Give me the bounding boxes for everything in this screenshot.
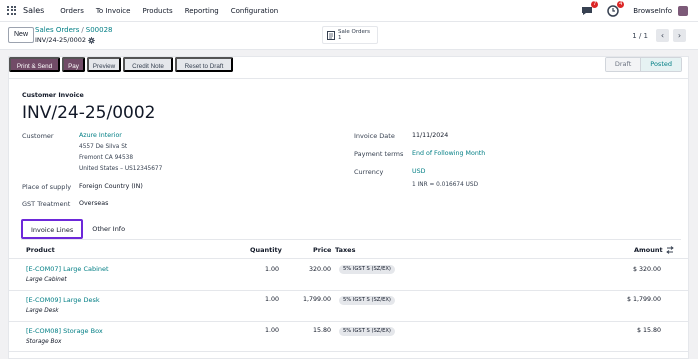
menu-configuration[interactable]: Configuration	[231, 7, 278, 15]
currency-field[interactable]: USD	[412, 168, 425, 175]
column-header-amount[interactable]: Amount	[634, 246, 663, 254]
new-button[interactable]: New	[8, 27, 35, 43]
line-quantity[interactable]: 1.00	[239, 327, 279, 334]
app-name[interactable]: Sales	[23, 6, 44, 15]
line-quantity[interactable]: 1.00	[239, 266, 279, 273]
address-line: United States – US12345677	[79, 166, 163, 172]
invoice-date-field[interactable]: 11/11/2024	[412, 132, 448, 139]
column-header-taxes[interactable]: Taxes	[335, 246, 355, 254]
apps-grid-icon[interactable]	[7, 5, 17, 16]
line-description: Large Cabinet	[26, 277, 67, 283]
smart-button-label: Sale Orders	[338, 29, 371, 35]
line-description: Storage Box	[26, 339, 62, 345]
avatar[interactable]	[678, 6, 688, 16]
invoice-date-label: Invoice Date	[354, 132, 395, 140]
top-navbar: Sales Orders To Invoice Products Reporti…	[0, 0, 698, 22]
breadcrumb-sales-orders[interactable]: Sales Orders	[35, 26, 79, 34]
line-price[interactable]: 320.00	[279, 266, 331, 273]
tab-invoice-lines[interactable]: Invoice Lines	[21, 219, 84, 239]
column-header-quantity[interactable]: Quantity	[250, 246, 282, 254]
record-name: INV/24-25/0002	[35, 36, 87, 44]
row-divider	[9, 290, 688, 291]
tab-divider	[21, 239, 681, 240]
row-divider	[9, 321, 688, 322]
gst-treatment-field[interactable]: Overseas	[79, 200, 108, 207]
menu-to-invoice[interactable]: To Invoice	[96, 7, 131, 15]
payment-terms-field[interactable]: End of Following Month	[412, 150, 485, 157]
status-bar: Draft Posted	[604, 57, 682, 72]
line-amount: $ 1,799.00	[626, 296, 661, 303]
status-draft[interactable]: Draft	[605, 58, 641, 71]
address-line: 4557 De Silva St	[79, 144, 128, 150]
customer-label: Customer	[22, 132, 54, 140]
breadcrumb: Sales Orders / S00028	[35, 26, 113, 34]
gst-treatment-label: GST Treatment	[22, 200, 71, 208]
reset-to-draft-button[interactable]: Reset to Draft	[175, 57, 233, 72]
sale-orders-smart-button[interactable]: Sale Orders 1	[322, 26, 378, 44]
column-header-product[interactable]: Product	[26, 246, 55, 254]
chat-icon[interactable]: 7	[581, 1, 599, 17]
company-switcher[interactable]: BrowseInfo	[633, 7, 672, 15]
column-header-price[interactable]: Price	[313, 246, 331, 254]
activity-clock-icon[interactable]: 4	[607, 1, 625, 17]
tax-badge[interactable]: 5% IGST S (SZ/EX)	[339, 296, 395, 305]
invoice-icon	[327, 30, 335, 40]
pager: 1 / 1 ‹ ›	[632, 29, 686, 42]
record-title: INV/24-25/0002	[35, 36, 96, 44]
breadcrumb-order[interactable]: S00028	[86, 26, 113, 34]
form-sheet: Print & Send Pay Preview Credit Note Res…	[8, 56, 689, 359]
tax-badge[interactable]: 5% IGST S (SZ/EX)	[339, 327, 395, 336]
preview-button[interactable]: Preview	[87, 57, 121, 72]
place-of-supply-label: Place of supply	[22, 183, 72, 191]
column-settings-icon[interactable]	[666, 246, 674, 254]
tax-badge[interactable]: 5% IGST S (SZ/EX)	[339, 265, 395, 274]
menu-reporting[interactable]: Reporting	[185, 7, 219, 15]
action-bar: Print & Send Pay Preview Credit Note Res…	[9, 57, 688, 79]
document-type: Customer Invoice	[22, 92, 84, 99]
row-divider	[9, 351, 688, 352]
pager-value[interactable]: 1 / 1	[632, 32, 648, 40]
notebook-tabs: Invoice Lines Other Info	[21, 219, 134, 239]
gear-icon[interactable]	[88, 36, 96, 44]
header-divider	[9, 258, 688, 259]
activity-badge: 4	[617, 1, 625, 8]
menu-products[interactable]: Products	[142, 7, 172, 15]
smart-button-count: 1	[338, 35, 342, 41]
tab-other-info[interactable]: Other Info	[83, 219, 134, 239]
pay-button[interactable]: Pay	[62, 57, 85, 72]
line-price[interactable]: 15.80	[279, 327, 331, 334]
control-panel: New Sales Orders / S00028 INV/24-25/0002 S…	[0, 22, 698, 50]
chevron-right-icon[interactable]: ›	[673, 29, 686, 42]
line-price[interactable]: 1,799.00	[279, 296, 331, 303]
customer-field[interactable]: Azure Interior	[79, 132, 122, 139]
address-line: Fremont CA 94538	[79, 155, 134, 161]
line-amount: $ 320.00	[632, 266, 661, 273]
product-link[interactable]: [E-COM09] Large Desk	[26, 296, 100, 304]
line-description: Large Desk	[26, 308, 59, 314]
status-posted[interactable]: Posted	[640, 58, 681, 71]
place-of-supply-field[interactable]: Foreign Country (IN)	[79, 183, 143, 190]
line-amount: $ 15.80	[636, 327, 661, 334]
credit-note-button[interactable]: Credit Note	[123, 57, 173, 72]
line-quantity[interactable]: 1.00	[239, 296, 279, 303]
product-link[interactable]: [E-COM08] Storage Box	[26, 327, 103, 335]
invoice-number: INV/24-25/0002	[22, 103, 156, 123]
chevron-left-icon[interactable]: ‹	[656, 29, 669, 42]
chat-badge: 7	[591, 1, 599, 8]
payment-terms-label: Payment terms	[354, 150, 404, 158]
product-link[interactable]: [E-COM07] Large Cabinet	[26, 265, 109, 273]
print-send-button[interactable]: Print & Send	[9, 57, 60, 72]
menu-orders[interactable]: Orders	[60, 7, 84, 15]
currency-label: Currency	[354, 168, 384, 176]
exchange-rate: 1 INR = 0.016674 USD	[412, 182, 479, 188]
